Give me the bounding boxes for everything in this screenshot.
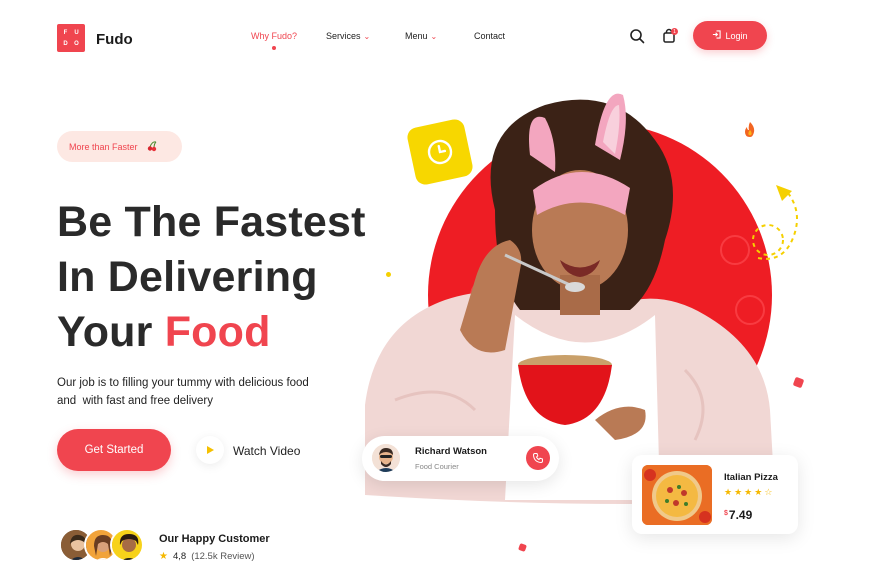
login-button[interactable]: Login [693, 21, 767, 50]
description-line: and with fast and free delivery [57, 395, 213, 407]
chevron-down-icon: ⌄ [430, 31, 438, 41]
star-icon: ★ [159, 551, 168, 562]
courier-role: Food Courier [415, 462, 459, 471]
courier-name: Richard Watson [415, 446, 487, 457]
headline-accent: Food [164, 308, 271, 356]
customer-rating: ★ 4,8 (12.5k Review) [159, 551, 255, 562]
get-started-button[interactable]: Get Started [57, 429, 171, 471]
phone-icon [532, 453, 543, 464]
pizza-image [642, 465, 712, 525]
hero-headline-line1: Be The Fastest [57, 198, 366, 246]
product-name: Italian Pizza [724, 472, 778, 483]
rating-value: 4,8 [172, 551, 187, 562]
red-square-decoration [518, 543, 527, 552]
review-count: (12.5k Review) [191, 551, 255, 562]
headline-prefix: Your [57, 308, 153, 356]
logo-letter: D [63, 40, 68, 47]
star-outline-icon: ☆ [764, 487, 775, 497]
courier-avatar [372, 444, 400, 472]
clock-badge [405, 117, 475, 187]
logo-letter: F [63, 29, 68, 36]
happy-customer-title: Our Happy Customer [159, 533, 270, 545]
dashed-arrow-decoration [752, 185, 798, 260]
cherry-icon [146, 140, 158, 154]
brand-logo[interactable]: F U D O [57, 24, 85, 52]
chevron-down-icon: ⌄ [363, 31, 371, 41]
star-icon: ★ [744, 487, 755, 497]
nav-item-services[interactable]: Services ⌄ [326, 31, 370, 41]
product-price: $ 7.49 [724, 508, 752, 522]
cart-count-badge: 1 [671, 28, 678, 35]
active-nav-indicator [272, 46, 276, 50]
brand-name[interactable]: Fudo [96, 31, 133, 48]
price-value: 7.49 [728, 508, 753, 522]
star-icon: ★ [724, 487, 735, 497]
nav-item-why-fudo[interactable]: Why Fudo? [251, 31, 297, 41]
logo-letter: O [74, 40, 79, 47]
call-courier-button[interactable] [526, 446, 550, 470]
login-label: Login [725, 30, 748, 41]
tagline-text: More than Faster [69, 141, 138, 152]
search-icon[interactable] [629, 28, 645, 44]
star-icon: ★ [734, 487, 745, 497]
star-icon: ★ [754, 487, 765, 497]
hero-headline-line2: In Delivering [57, 253, 318, 301]
avatar [110, 528, 144, 562]
nav-item-label: Contact [474, 31, 506, 41]
nav-item-label: Services [326, 31, 361, 41]
nav-item-label: Menu [405, 31, 428, 41]
yellow-dot [386, 272, 391, 277]
fire-icon [745, 122, 755, 137]
watch-video-link[interactable]: Watch Video [233, 444, 300, 458]
hero-headline-line3: Your Food [57, 311, 271, 354]
nav-item-label: Why Fudo? [251, 31, 298, 41]
clock-icon [427, 139, 453, 165]
logo-letter: U [74, 29, 79, 36]
nav-item-menu[interactable]: Menu ⌄ [405, 31, 437, 41]
play-video-button[interactable] [196, 436, 224, 464]
product-rating-stars: ★★★★☆ [724, 487, 774, 498]
nav-item-contact[interactable]: Contact [474, 31, 505, 41]
tagline-pill: More than Faster [57, 131, 182, 162]
hero-description: Our job is to filling your tummy with de… [57, 374, 357, 410]
login-icon [712, 30, 722, 41]
description-line: Our job is to filling your tummy with de… [57, 377, 309, 389]
price-currency: $ [724, 510, 728, 517]
play-icon [207, 446, 214, 454]
